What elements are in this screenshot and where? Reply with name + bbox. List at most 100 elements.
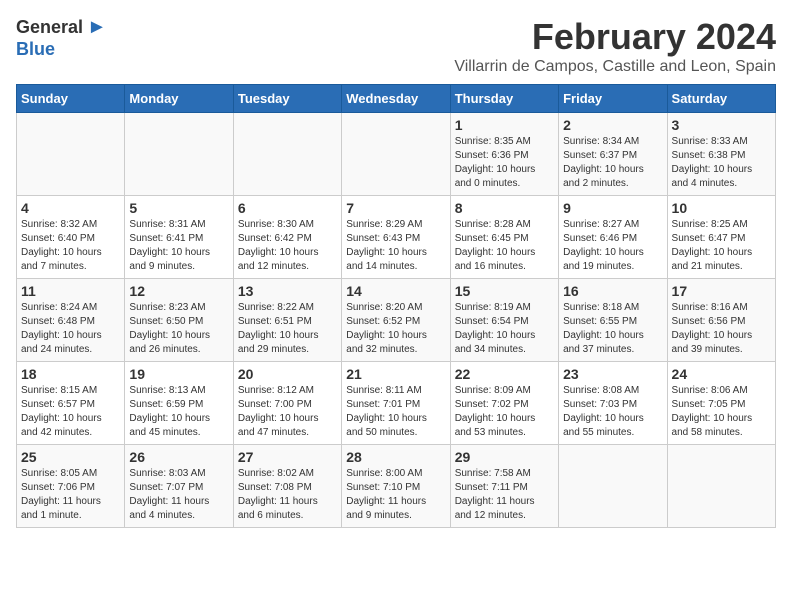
month-title: February 2024 xyxy=(454,16,776,58)
day-info: Sunrise: 8:28 AM Sunset: 6:45 PM Dayligh… xyxy=(455,218,554,274)
weekday-header-saturday: Saturday xyxy=(667,85,775,113)
day-number: 28 xyxy=(346,449,445,465)
day-number: 8 xyxy=(455,200,554,216)
calendar-cell xyxy=(233,113,341,196)
calendar-cell: 28Sunrise: 8:00 AM Sunset: 7:10 PM Dayli… xyxy=(342,445,450,528)
day-info: Sunrise: 7:58 AM Sunset: 7:11 PM Dayligh… xyxy=(455,467,554,523)
day-number: 17 xyxy=(672,283,771,299)
day-number: 23 xyxy=(563,366,662,382)
day-number: 14 xyxy=(346,283,445,299)
calendar-cell xyxy=(342,113,450,196)
page-header: General ► Blue February 2024 Villarrin d… xyxy=(16,16,776,76)
calendar-table: SundayMondayTuesdayWednesdayThursdayFrid… xyxy=(16,84,776,528)
weekday-header-thursday: Thursday xyxy=(450,85,558,113)
weekday-header-friday: Friday xyxy=(559,85,667,113)
day-info: Sunrise: 8:33 AM Sunset: 6:38 PM Dayligh… xyxy=(672,135,771,191)
day-number: 21 xyxy=(346,366,445,382)
calendar-cell: 11 Sunrise: 8:24 AM Sunset: 6:48 PM Dayli… xyxy=(17,279,125,362)
weekday-header-wednesday: Wednesday xyxy=(342,85,450,113)
day-number: 5 xyxy=(129,200,228,216)
weekday-header-sunday: Sunday xyxy=(17,85,125,113)
day-info: Sunrise: 8:03 AM Sunset: 7:07 PM Dayligh… xyxy=(129,467,228,523)
calendar-cell: 9Sunrise: 8:27 AM Sunset: 6:46 PM Daylig… xyxy=(559,196,667,279)
day-info: Sunrise: 8:27 AM Sunset: 6:46 PM Dayligh… xyxy=(563,218,662,274)
day-info: Sunrise: 8:22 AM Sunset: 6:51 PM Dayligh… xyxy=(238,301,337,357)
logo-text-blue: Blue xyxy=(16,39,55,59)
calendar-cell: 26 Sunrise: 8:03 AM Sunset: 7:07 PM Dayli… xyxy=(125,445,233,528)
calendar-cell: 18 Sunrise: 8:15 AM Sunset: 6:57 PM Dayli… xyxy=(17,362,125,445)
day-info: Sunrise: 8:16 AM Sunset: 6:56 PM Dayligh… xyxy=(672,301,771,357)
logo-bird-icon: ► xyxy=(87,16,107,39)
day-number: 6 xyxy=(238,200,337,216)
calendar-cell: 3 Sunrise: 8:33 AM Sunset: 6:38 PM Daylig… xyxy=(667,113,775,196)
calendar-cell: 17 Sunrise: 8:16 AM Sunset: 6:56 PM Dayli… xyxy=(667,279,775,362)
calendar-cell: 16 Sunrise: 8:18 AM Sunset: 6:55 PM Dayli… xyxy=(559,279,667,362)
calendar-week-row: 25 Sunrise: 8:05 AM Sunset: 7:06 PM Dayli… xyxy=(17,445,776,528)
calendar-cell: 1 Sunrise: 8:35 AM Sunset: 6:36 PM Daylig… xyxy=(450,113,558,196)
calendar-cell: 8 Sunrise: 8:28 AM Sunset: 6:45 PM Daylig… xyxy=(450,196,558,279)
calendar-cell: 4 Sunrise: 8:32 AM Sunset: 6:40 PM Daylig… xyxy=(17,196,125,279)
day-number: 22 xyxy=(455,366,554,382)
day-info: Sunrise: 8:05 AM Sunset: 7:06 PM Dayligh… xyxy=(21,467,120,523)
day-info: Sunrise: 8:29 AM Sunset: 6:43 PM Dayligh… xyxy=(346,218,445,274)
day-number: 3 xyxy=(672,117,771,133)
day-number: 18 xyxy=(21,366,120,382)
day-number: 16 xyxy=(563,283,662,299)
calendar-cell: 19 Sunrise: 8:13 AM Sunset: 6:59 PM Dayli… xyxy=(125,362,233,445)
logo: General ► Blue xyxy=(16,16,107,60)
calendar-cell: 27 Sunrise: 8:02 AM Sunset: 7:08 PM Dayli… xyxy=(233,445,341,528)
day-number: 26 xyxy=(129,449,228,465)
day-number: 15 xyxy=(455,283,554,299)
calendar-week-row: 1 Sunrise: 8:35 AM Sunset: 6:36 PM Daylig… xyxy=(17,113,776,196)
calendar-cell xyxy=(667,445,775,528)
weekday-header-row: SundayMondayTuesdayWednesdayThursdayFrid… xyxy=(17,85,776,113)
day-info: Sunrise: 8:09 AM Sunset: 7:02 PM Dayligh… xyxy=(455,384,554,440)
calendar-cell: 22 Sunrise: 8:09 AM Sunset: 7:02 PM Dayli… xyxy=(450,362,558,445)
calendar-cell xyxy=(17,113,125,196)
calendar-week-row: 11 Sunrise: 8:24 AM Sunset: 6:48 PM Dayli… xyxy=(17,279,776,362)
day-info: Sunrise: 8:15 AM Sunset: 6:57 PM Dayligh… xyxy=(21,384,120,440)
calendar-cell: 24Sunrise: 8:06 AM Sunset: 7:05 PM Dayli… xyxy=(667,362,775,445)
day-info: Sunrise: 8:02 AM Sunset: 7:08 PM Dayligh… xyxy=(238,467,337,523)
day-number: 12 xyxy=(129,283,228,299)
calendar-cell: 7Sunrise: 8:29 AM Sunset: 6:43 PM Daylig… xyxy=(342,196,450,279)
calendar-cell: 13 Sunrise: 8:22 AM Sunset: 6:51 PM Dayli… xyxy=(233,279,341,362)
day-number: 1 xyxy=(455,117,554,133)
day-number: 2 xyxy=(563,117,662,133)
logo-text-general: General xyxy=(16,17,83,38)
day-info: Sunrise: 8:18 AM Sunset: 6:55 PM Dayligh… xyxy=(563,301,662,357)
day-info: Sunrise: 8:06 AM Sunset: 7:05 PM Dayligh… xyxy=(672,384,771,440)
calendar-cell: 29 Sunrise: 7:58 AM Sunset: 7:11 PM Dayli… xyxy=(450,445,558,528)
day-number: 19 xyxy=(129,366,228,382)
day-info: Sunrise: 8:32 AM Sunset: 6:40 PM Dayligh… xyxy=(21,218,120,274)
calendar-cell: 21 Sunrise: 8:11 AM Sunset: 7:01 PM Dayli… xyxy=(342,362,450,445)
weekday-header-monday: Monday xyxy=(125,85,233,113)
calendar-cell: 6 Sunrise: 8:30 AM Sunset: 6:42 PM Daylig… xyxy=(233,196,341,279)
day-number: 13 xyxy=(238,283,337,299)
calendar-cell: 10Sunrise: 8:25 AM Sunset: 6:47 PM Dayli… xyxy=(667,196,775,279)
title-section: February 2024 Villarrin de Campos, Casti… xyxy=(454,16,776,76)
calendar-cell xyxy=(559,445,667,528)
day-number: 20 xyxy=(238,366,337,382)
day-info: Sunrise: 8:11 AM Sunset: 7:01 PM Dayligh… xyxy=(346,384,445,440)
day-number: 11 xyxy=(21,283,120,299)
day-info: Sunrise: 8:12 AM Sunset: 7:00 PM Dayligh… xyxy=(238,384,337,440)
day-info: Sunrise: 8:24 AM Sunset: 6:48 PM Dayligh… xyxy=(21,301,120,357)
day-info: Sunrise: 8:30 AM Sunset: 6:42 PM Dayligh… xyxy=(238,218,337,274)
calendar-cell xyxy=(125,113,233,196)
location-title: Villarrin de Campos, Castille and Leon, … xyxy=(454,58,776,76)
day-info: Sunrise: 8:25 AM Sunset: 6:47 PM Dayligh… xyxy=(672,218,771,274)
day-number: 29 xyxy=(455,449,554,465)
day-info: Sunrise: 8:13 AM Sunset: 6:59 PM Dayligh… xyxy=(129,384,228,440)
calendar-cell: 2 Sunrise: 8:34 AM Sunset: 6:37 PM Daylig… xyxy=(559,113,667,196)
calendar-week-row: 4 Sunrise: 8:32 AM Sunset: 6:40 PM Daylig… xyxy=(17,196,776,279)
day-info: Sunrise: 8:31 AM Sunset: 6:41 PM Dayligh… xyxy=(129,218,228,274)
calendar-cell: 15 Sunrise: 8:19 AM Sunset: 6:54 PM Dayli… xyxy=(450,279,558,362)
day-info: Sunrise: 8:19 AM Sunset: 6:54 PM Dayligh… xyxy=(455,301,554,357)
day-info: Sunrise: 8:34 AM Sunset: 6:37 PM Dayligh… xyxy=(563,135,662,191)
day-info: Sunrise: 8:35 AM Sunset: 6:36 PM Dayligh… xyxy=(455,135,554,191)
day-number: 4 xyxy=(21,200,120,216)
day-number: 25 xyxy=(21,449,120,465)
day-number: 27 xyxy=(238,449,337,465)
day-info: Sunrise: 8:08 AM Sunset: 7:03 PM Dayligh… xyxy=(563,384,662,440)
